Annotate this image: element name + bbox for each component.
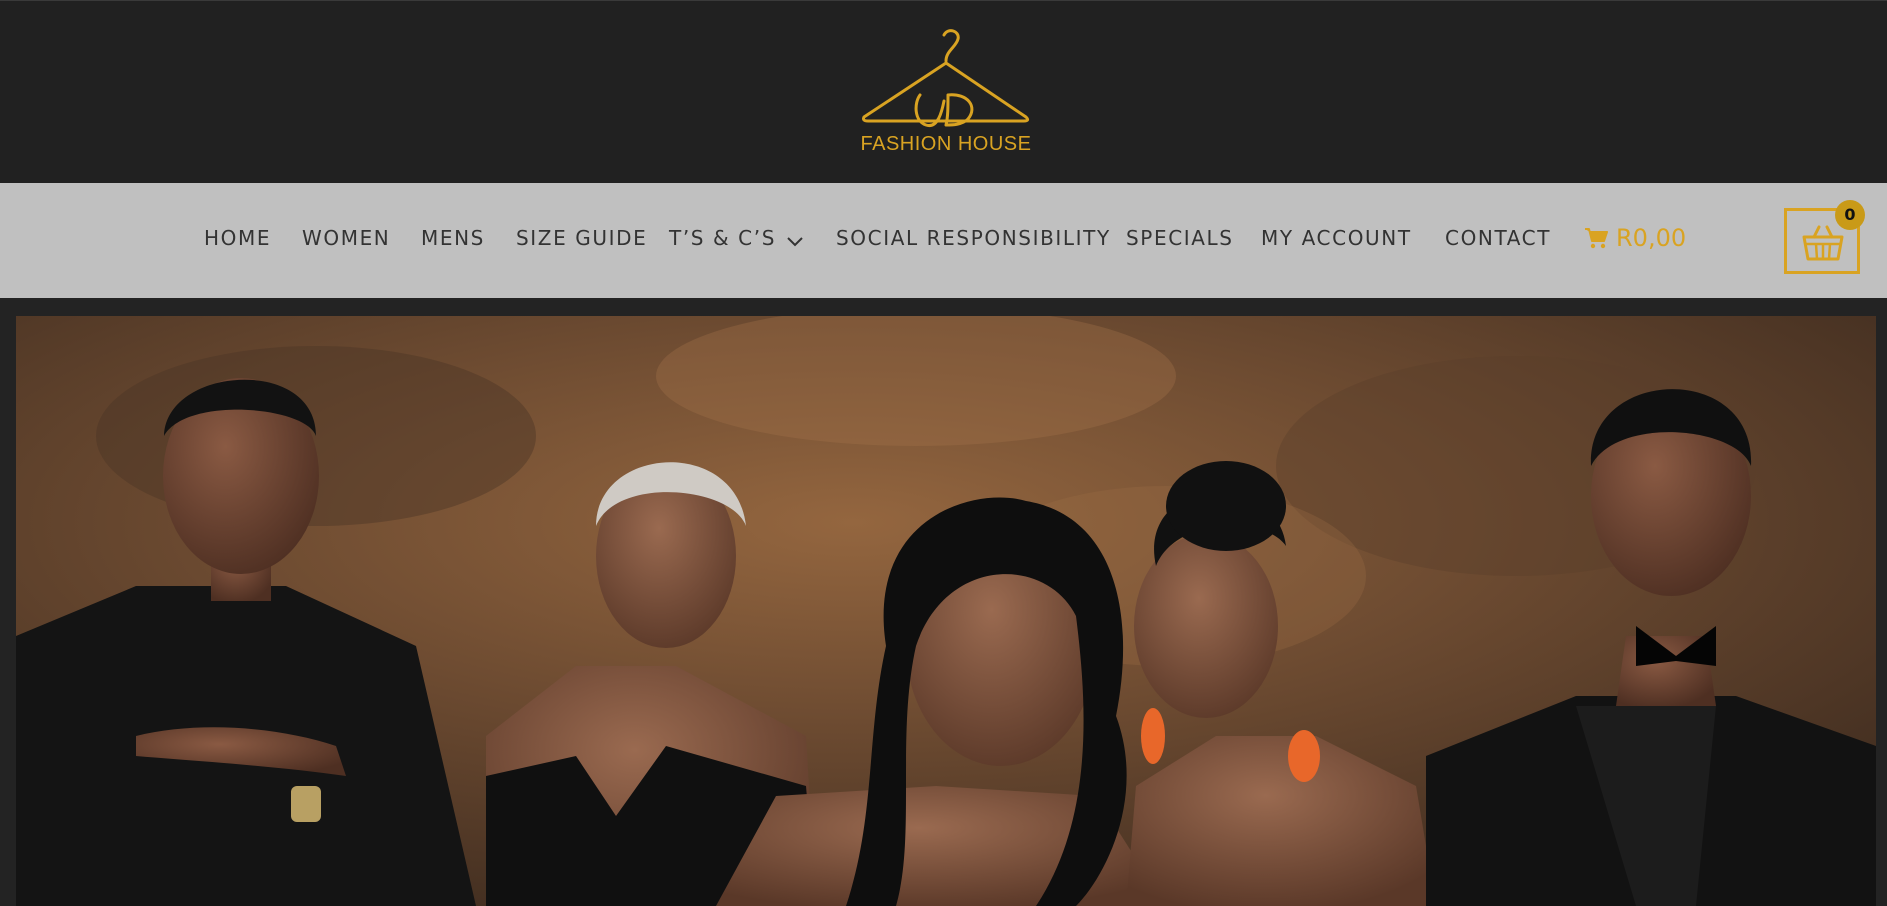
nav-social-responsibility[interactable]: SOCIAL RESPONSIBILITY — [836, 224, 1111, 252]
logo-wordmark: FASHION HOUSE — [860, 133, 1032, 155]
hero-image — [16, 316, 1876, 906]
shopping-cart-icon — [1585, 228, 1608, 249]
group-portrait-photo — [16, 316, 1876, 906]
nav-contact[interactable]: CONTACT — [1445, 224, 1551, 252]
nav-women[interactable]: WOMEN — [302, 224, 390, 252]
basket-icon — [1802, 225, 1844, 261]
chevron-down-icon — [786, 226, 804, 254]
nav-terms[interactable]: T’S & C’S — [669, 224, 804, 252]
nav-size-guide[interactable]: SIZE GUIDE — [516, 224, 647, 252]
site-logo[interactable]: FASHION HOUSE — [860, 29, 1032, 159]
hanger-logo-icon — [862, 29, 1030, 128]
cart-count-badge: 0 — [1835, 200, 1865, 230]
nav-specials[interactable]: SPECIALS — [1126, 224, 1234, 252]
nav-home[interactable]: HOME — [204, 224, 271, 252]
nav-mens[interactable]: MENS — [421, 224, 485, 252]
site-header: FASHION HOUSE — [0, 0, 1887, 183]
nav-my-account[interactable]: MY ACCOUNT — [1261, 224, 1412, 252]
cart-total-amount: R0,00 — [1616, 224, 1687, 252]
cart-total-link[interactable]: R0,00 — [1584, 222, 1686, 254]
nav-terms-label: T’S & C’S — [669, 226, 776, 250]
